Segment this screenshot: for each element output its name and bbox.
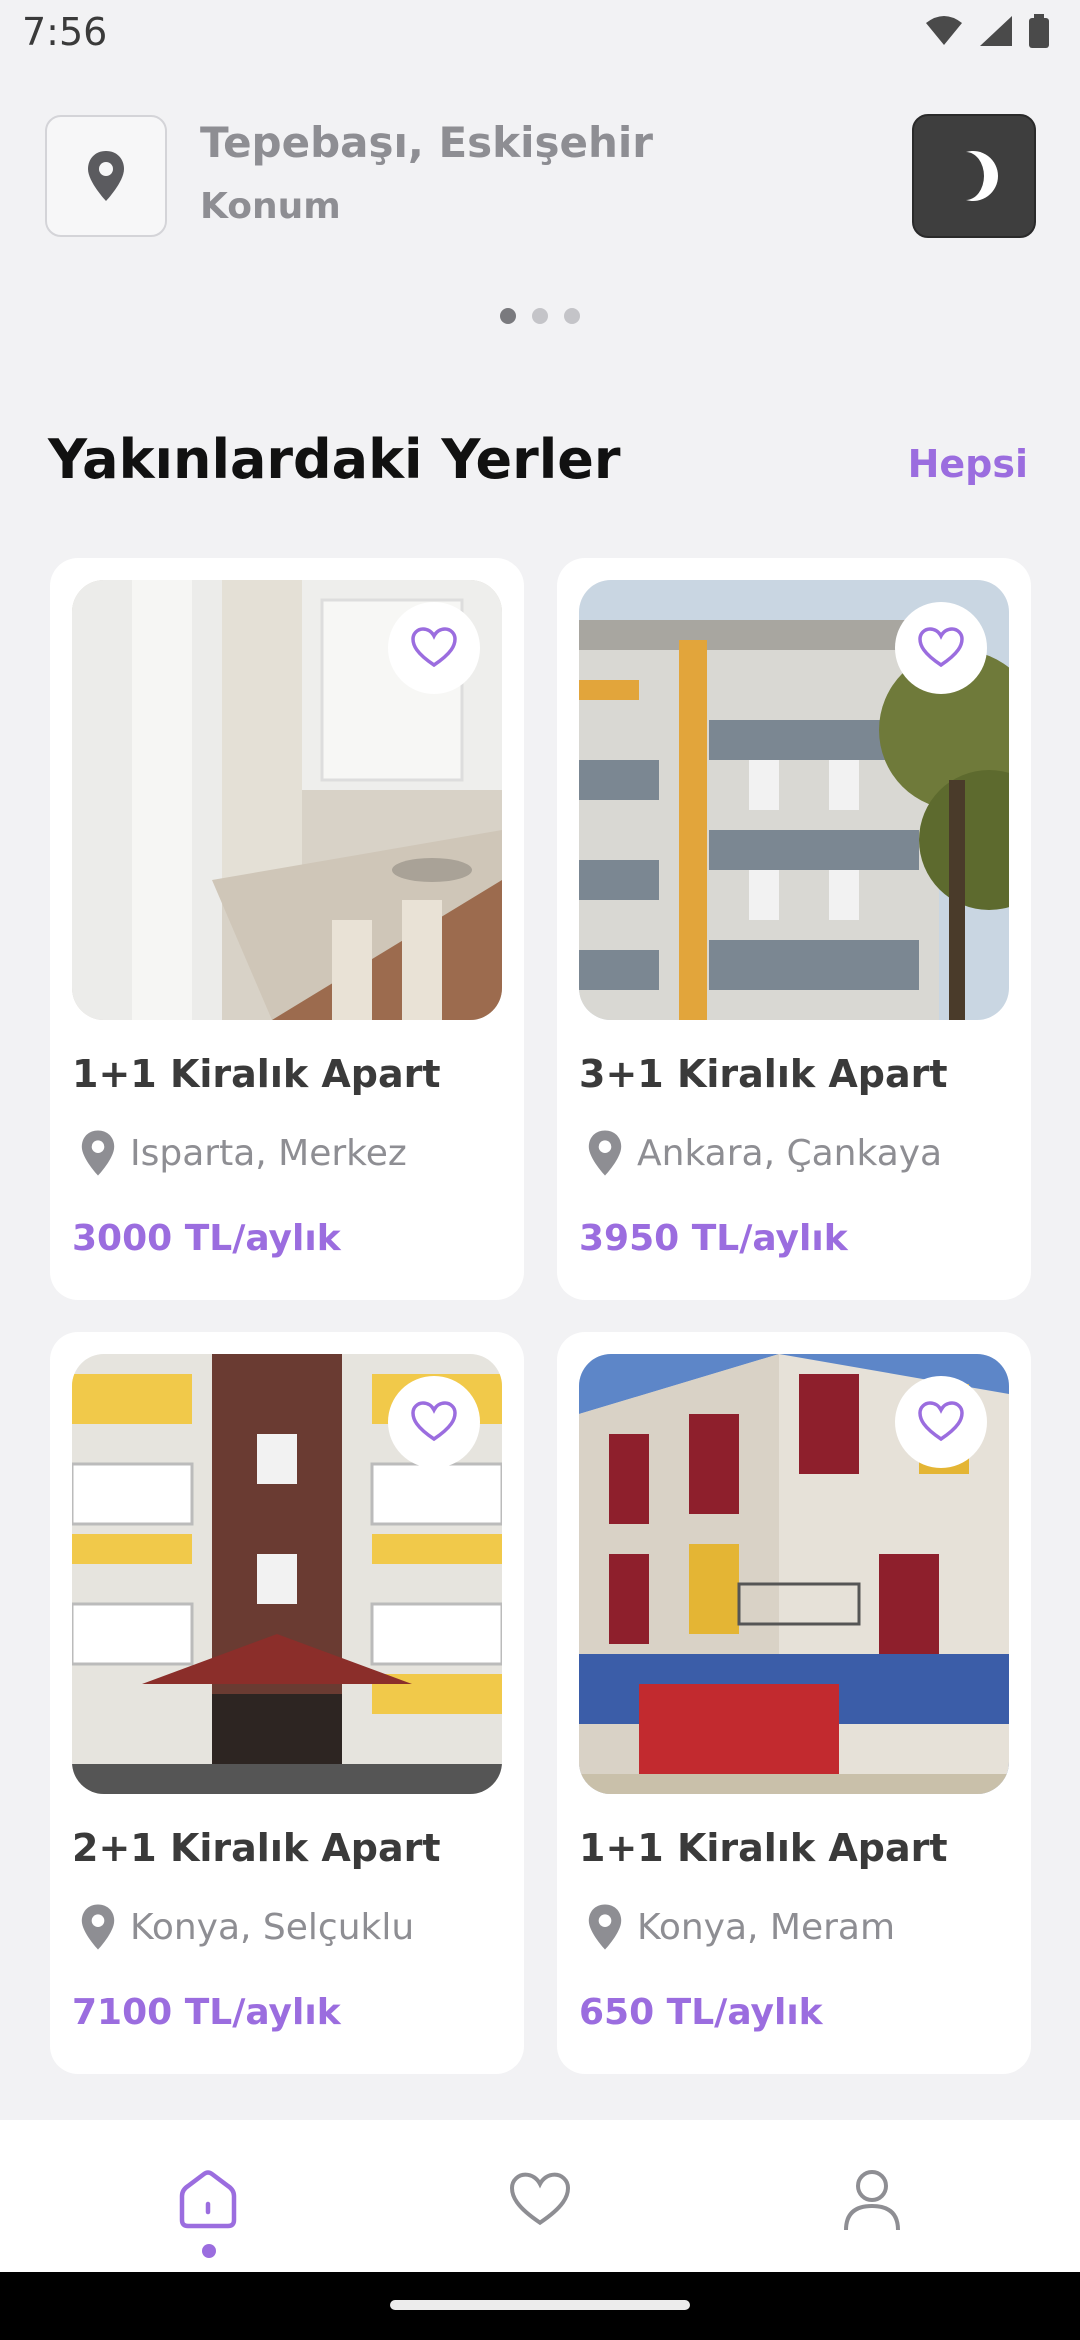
listing-card[interactable]: 3+1 Kiralık Apart Ankara, Çankaya 3950 T… [557,558,1031,1300]
location-pin-icon [588,1904,622,1950]
location-pin-icon [81,1904,115,1950]
status-time: 7:56 [22,10,108,54]
listing-photo [72,1354,502,1794]
location-button[interactable] [45,115,167,237]
favorite-button[interactable] [388,1376,480,1468]
listing-location-text: Isparta, Merkez [130,1132,407,1174]
location-city: Tepebaşı, Eskişehir [200,118,653,167]
moon-icon [966,151,998,201]
location-pin-icon [88,151,124,201]
listing-photo [579,1354,1009,1794]
location-pin-icon [81,1130,115,1176]
listing-photo [579,580,1009,1020]
listing-location: Konya, Selçuklu [80,1902,414,1952]
listing-title: 2+1 Kiralık Apart [72,1826,441,1870]
listing-card[interactable]: 2+1 Kiralık Apart Konya, Selçuklu 7100 T… [50,1332,524,2074]
battery-icon [1029,14,1049,48]
listing-price: 7100 TL/aylık [72,1992,341,2033]
listing-location-text: Ankara, Çankaya [637,1132,943,1174]
system-gesture-bar [0,2272,1080,2340]
nav-profile[interactable] [832,2160,912,2240]
wifi-icon [926,16,962,45]
listing-location-text: Konya, Selçuklu [130,1906,415,1948]
see-all-link[interactable]: Hepsi [908,442,1028,486]
carousel-dot[interactable] [564,308,580,324]
heart-icon [411,627,457,668]
favorite-button[interactable] [895,602,987,694]
section-title: Yakınlardaki Yerler [48,428,621,491]
heart-icon [918,627,964,668]
gesture-handle[interactable] [390,2300,690,2310]
listing-title: 3+1 Kiralık Apart [579,1052,948,1096]
listing-price: 3950 TL/aylık [579,1218,848,1259]
favorite-button[interactable] [895,1376,987,1468]
theme-toggle-button[interactable] [912,114,1036,238]
location-label: Konum [200,186,341,227]
listing-title: 1+1 Kiralık Apart [72,1052,441,1096]
home-screen: 7:56 Tepebaşı, Eskişehir Konum Yakınlard… [0,0,1080,2340]
location-pin-icon [588,1130,622,1176]
favorite-button[interactable] [388,602,480,694]
nav-home[interactable] [168,2160,248,2240]
bottom-navigation [0,2120,1080,2272]
listing-price: 650 TL/aylık [579,1992,823,2033]
listing-photo [72,580,502,1020]
home-icon [179,2170,237,2229]
profile-icon [844,2170,900,2231]
heart-icon [918,1401,964,1442]
heart-icon [411,1401,457,1442]
carousel-dots [0,308,1080,324]
listing-card[interactable]: 1+1 Kiralık Apart Isparta, Merkez 3000 T… [50,558,524,1300]
listing-title: 1+1 Kiralık Apart [579,1826,948,1870]
listing-location: Konya, Meram [587,1902,895,1952]
listing-location-text: Konya, Meram [637,1906,896,1948]
carousel-dot[interactable] [532,308,548,324]
nav-favorites[interactable] [500,2160,580,2240]
listing-location: Ankara, Çankaya [587,1128,942,1178]
status-bar: 7:56 [0,0,1080,70]
listing-price: 3000 TL/aylık [72,1218,341,1259]
status-icons [924,14,1050,48]
signal-icon [980,16,1012,46]
nav-active-indicator [202,2244,216,2258]
listing-card[interactable]: 1+1 Kiralık Apart Konya, Meram 650 TL/ay… [557,1332,1031,2074]
listing-location: Isparta, Merkez [80,1128,407,1178]
carousel-dot-active[interactable] [500,308,516,324]
heart-icon [509,2172,571,2226]
